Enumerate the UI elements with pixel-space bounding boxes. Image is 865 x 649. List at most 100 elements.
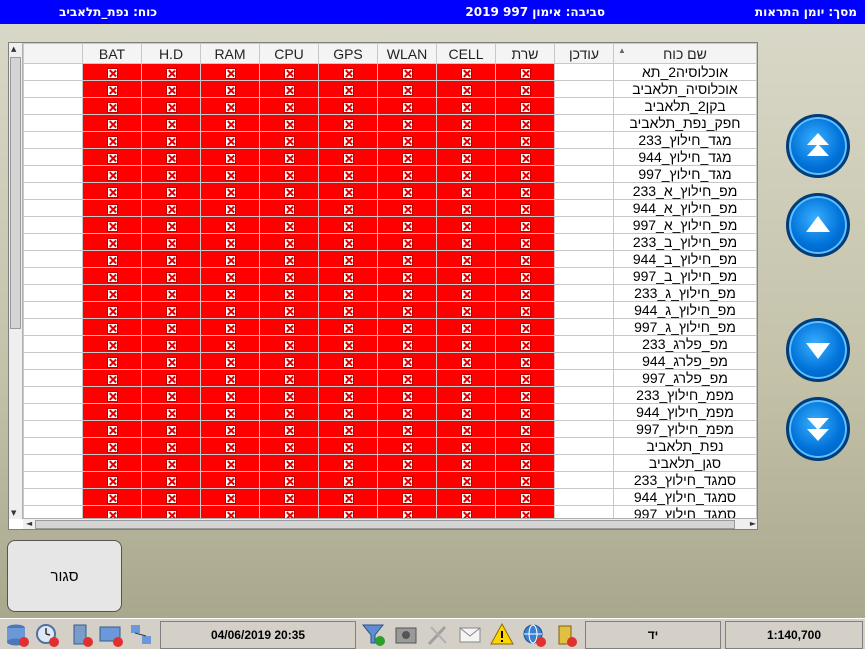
error-x-icon	[224, 288, 236, 300]
page-up-button[interactable]	[786, 193, 850, 257]
blank-cell	[23, 369, 83, 387]
hd-status-cell	[141, 199, 201, 217]
error-x-icon	[224, 475, 236, 487]
gps-status-cell	[318, 199, 378, 217]
horizontal-scrollbar[interactable]: ◄ ►	[23, 518, 757, 529]
table-row[interactable]: מפ_פלרג_233	[23, 335, 757, 353]
server-status-cell	[495, 97, 555, 115]
ram-status-cell	[200, 216, 260, 234]
scroll-down-arrow-icon[interactable]: ▼	[11, 509, 16, 517]
table-row[interactable]: מפמ_חילוץ_944	[23, 403, 757, 421]
hd-status-cell	[141, 284, 201, 302]
table-row[interactable]: מגד_חילוץ_944	[23, 148, 757, 166]
table-row[interactable]: מפ_חילוץ_א_944	[23, 199, 757, 217]
error-x-icon	[224, 271, 236, 283]
warning-icon[interactable]	[487, 621, 517, 649]
mail-server-icon[interactable]	[96, 621, 126, 649]
camera-icon[interactable]	[391, 621, 421, 649]
filter-icon[interactable]	[359, 621, 389, 649]
force-name-cell: מפ_חילוץ_א_944	[613, 199, 757, 217]
horizontal-scroll-thumb[interactable]	[35, 520, 735, 529]
server-status-cell	[495, 335, 555, 353]
col-cpu[interactable]: CPU	[259, 43, 319, 64]
page-down-button[interactable]	[786, 318, 850, 382]
network-icon[interactable]	[126, 621, 156, 649]
table-row[interactable]: מפ_חילוץ_ג_944	[23, 301, 757, 319]
col-gps[interactable]: GPS	[318, 43, 378, 64]
error-x-icon	[460, 288, 472, 300]
table-row[interactable]: סמגד_חילוץ_944	[23, 488, 757, 506]
cpu-status-cell	[259, 488, 319, 506]
server-status-cell	[495, 80, 555, 98]
table-row[interactable]: מפ_חילוץ_ב_997	[23, 267, 757, 285]
error-x-icon	[106, 203, 118, 215]
scroll-left-arrow-icon[interactable]: ◄	[26, 519, 32, 528]
error-x-icon	[460, 135, 472, 147]
col-name[interactable]: ▲ שם כוח	[613, 43, 757, 64]
col-wlan[interactable]: WLAN	[377, 43, 437, 64]
table-row[interactable]: מפמ_חילוץ_233	[23, 386, 757, 404]
cpu-status-cell	[259, 335, 319, 353]
table-row[interactable]: מגד_חילוץ_997	[23, 165, 757, 183]
table-row[interactable]: מפ_חילוץ_ג_233	[23, 284, 757, 302]
wlan-status-cell	[377, 454, 437, 472]
table-row[interactable]: מפ_פלרג_944	[23, 352, 757, 370]
updated-cell	[554, 216, 614, 234]
database-icon[interactable]	[2, 621, 32, 649]
scroll-bottom-button[interactable]	[786, 397, 850, 461]
col-cell[interactable]: CELL	[436, 43, 496, 64]
hd-status-cell	[141, 165, 201, 183]
table-row[interactable]: אוכלוסיה_תלאביב	[23, 80, 757, 98]
cell-status-cell	[436, 63, 496, 81]
error-x-icon	[460, 271, 472, 283]
table-row[interactable]: אוכלוסיה2_תא	[23, 63, 757, 81]
vertical-scroll-thumb[interactable]	[10, 57, 21, 329]
scroll-top-button[interactable]	[786, 114, 850, 178]
error-x-icon	[519, 424, 531, 436]
table-row[interactable]: חפק_נפת_תלאביב	[23, 114, 757, 132]
table-row[interactable]: נפת_תלאביב	[23, 437, 757, 455]
blank-cell	[23, 352, 83, 370]
col-blank[interactable]	[23, 43, 83, 64]
col-bat[interactable]: BAT	[82, 43, 142, 64]
close-button[interactable]: סגור	[7, 540, 122, 612]
error-x-icon	[165, 322, 177, 334]
server-status-cell	[495, 131, 555, 149]
error-x-icon	[401, 101, 413, 113]
error-x-icon	[106, 322, 118, 334]
clock-status-icon[interactable]	[32, 621, 62, 649]
vertical-scrollbar[interactable]: ▲ ▼	[9, 43, 23, 519]
error-x-icon	[224, 407, 236, 419]
table-row[interactable]: מפ_חילוץ_א_233	[23, 182, 757, 200]
error-x-icon	[401, 322, 413, 334]
storage-icon[interactable]	[551, 621, 581, 649]
device-status-icon[interactable]	[66, 621, 96, 649]
table-row[interactable]: סגן_תלאביב	[23, 454, 757, 472]
force-name-cell: בקן2_תלאביב	[613, 97, 757, 115]
down-arrow-icon	[806, 343, 830, 359]
table-row[interactable]: בקן2_תלאביב	[23, 97, 757, 115]
envelope-icon[interactable]	[455, 621, 485, 649]
col-updated[interactable]: עודכן	[554, 43, 614, 64]
error-x-icon	[224, 152, 236, 164]
table-row[interactable]: מפמ_חילוץ_997	[23, 420, 757, 438]
globe-icon[interactable]	[519, 621, 549, 649]
cpu-status-cell	[259, 114, 319, 132]
scroll-right-arrow-icon[interactable]: ►	[750, 519, 756, 528]
ram-status-cell	[200, 63, 260, 81]
table-row[interactable]: מפ_חילוץ_א_997	[23, 216, 757, 234]
tools-icon[interactable]	[423, 621, 453, 649]
error-x-icon	[342, 475, 354, 487]
col-ram[interactable]: RAM	[200, 43, 260, 64]
ram-status-cell	[200, 301, 260, 319]
table-row[interactable]: מפ_פלרג_997	[23, 369, 757, 387]
table-row[interactable]: מפ_חילוץ_ב_233	[23, 233, 757, 251]
col-server[interactable]: שרת	[495, 43, 555, 64]
table-row[interactable]: סמגד_חילוץ_233	[23, 471, 757, 489]
col-hd[interactable]: H.D	[141, 43, 201, 64]
table-row[interactable]: מפ_חילוץ_ג_997	[23, 318, 757, 336]
scroll-up-arrow-icon[interactable]: ▲	[11, 45, 16, 53]
error-x-icon	[283, 322, 295, 334]
table-row[interactable]: מגד_חילוץ_233	[23, 131, 757, 149]
table-row[interactable]: מפ_חילוץ_ב_944	[23, 250, 757, 268]
